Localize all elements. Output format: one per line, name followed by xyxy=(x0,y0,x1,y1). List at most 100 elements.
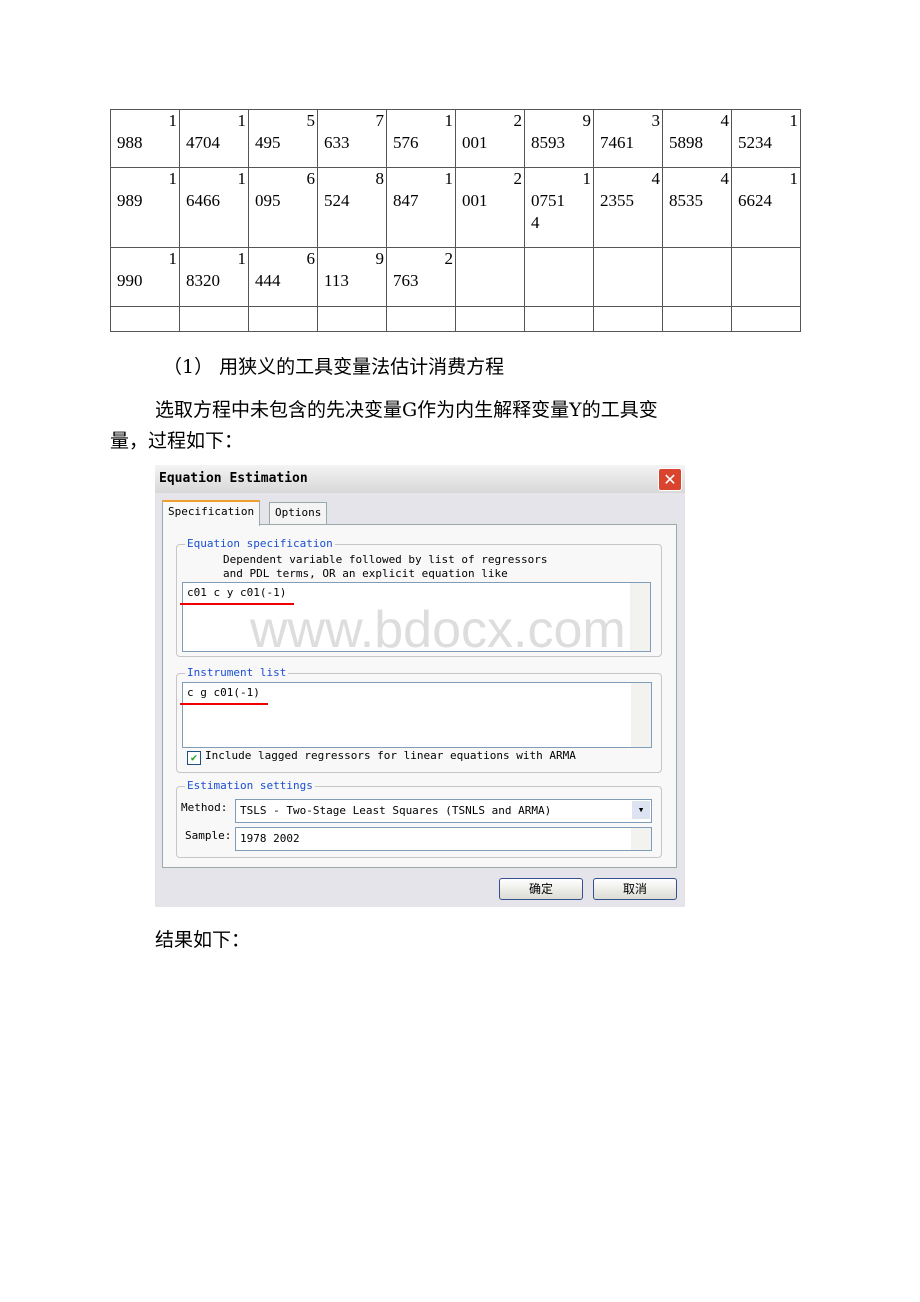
cell-text: 847 xyxy=(393,191,419,210)
table-cell xyxy=(662,247,732,307)
cell-text: 1 xyxy=(168,111,178,130)
table-cell xyxy=(386,306,456,332)
table-cell: 7 633 xyxy=(317,109,387,168)
equation-value: c01 c y c01(-1) xyxy=(187,586,287,599)
dialog-title: Equation Estimation xyxy=(159,471,308,486)
instrument-list-group: Instrument list c g c01(-1) ✔ Include la… xyxy=(176,666,662,773)
specification-panel: Equation specification Dependent variabl… xyxy=(162,524,677,868)
instrument-input[interactable]: c g c01(-1) xyxy=(180,682,652,748)
chevron-down-icon[interactable]: ▾ xyxy=(632,801,650,819)
method-select[interactable]: TSLS - Two-Stage Least Squares (TSNLS an… xyxy=(235,799,652,823)
data-table: 1 988 1 4704 5 495 7 633 1 576 2 001 9 8593 3 7461 4 5898… xyxy=(110,109,801,332)
cell-text: 1 xyxy=(237,169,247,188)
cell-text: 8535 xyxy=(669,191,703,210)
cell-text: 001 xyxy=(462,133,488,152)
method-label: Method: xyxy=(181,801,228,814)
section-heading: （1） 用狭义的工具变量法估计消费方程 xyxy=(163,356,505,378)
scrollbar[interactable] xyxy=(631,683,651,747)
table-cell: 4 2355 xyxy=(593,167,663,248)
cell-text: 633 xyxy=(324,133,350,152)
table-cell: 1 5234 xyxy=(731,109,801,168)
group-label: Estimation settings xyxy=(185,779,315,792)
cell-text: 444 xyxy=(255,271,281,290)
cell-text: 0751 xyxy=(531,191,565,210)
table-cell xyxy=(110,306,180,332)
table-cell xyxy=(731,247,801,307)
tab-options[interactable]: Options xyxy=(269,502,328,526)
table-cell: 5 495 xyxy=(248,109,318,168)
table-cell xyxy=(662,306,732,332)
cell-text: 6 xyxy=(306,169,316,188)
cell-text: 495 xyxy=(255,133,281,152)
table-cell: 1 4704 xyxy=(179,109,249,168)
table-cell: 1 6466 xyxy=(179,167,249,248)
watermark: www.bdocx.com xyxy=(250,601,626,659)
table-cell: 6 095 xyxy=(248,167,318,248)
document-page: 1 988 1 4704 5 495 7 633 1 576 2 001 9 8593 3 7461 4 5898… xyxy=(0,0,920,1302)
table-cell xyxy=(731,306,801,332)
table-cell: 1 988 xyxy=(110,109,180,168)
table-cell xyxy=(593,306,663,332)
cell-text: 6466 xyxy=(186,191,220,210)
cell-text: 2 xyxy=(444,249,454,268)
scrollbar[interactable] xyxy=(630,583,650,651)
table-cell: 4 8535 xyxy=(662,167,732,248)
table-cell xyxy=(455,306,525,332)
cell-text: 113 xyxy=(324,271,349,290)
table-row xyxy=(110,306,801,332)
cell-text: 4 xyxy=(651,169,661,188)
cell-text: 2 xyxy=(513,111,523,130)
group-label: Instrument list xyxy=(185,666,289,679)
close-icon[interactable]: ✕ xyxy=(658,468,682,491)
ok-button[interactable]: 确定 xyxy=(499,878,583,900)
cell-text: 3 xyxy=(651,111,661,130)
table-cell xyxy=(524,306,594,332)
cell-text: 2355 xyxy=(600,191,634,210)
table-cell xyxy=(455,247,525,307)
help-text: Dependent variable followed by list of r… xyxy=(223,553,548,566)
cell-text: 6 xyxy=(306,249,316,268)
checkbox-label: Include lagged regressors for linear equ… xyxy=(205,749,576,762)
cell-text: 1 xyxy=(582,169,592,188)
cell-text: 989 xyxy=(117,191,143,210)
include-lagged-checkbox[interactable]: ✔ xyxy=(187,751,201,765)
cell-text: 988 xyxy=(117,133,143,152)
table-cell: 8 524 xyxy=(317,167,387,248)
result-text: 结果如下： xyxy=(155,929,251,951)
cancel-button[interactable]: 取消 xyxy=(593,878,677,900)
cell-text: 4 xyxy=(531,213,540,232)
table-cell: 1 0751 4 xyxy=(524,167,594,248)
table-cell: 1 576 xyxy=(386,109,456,168)
cell-text: 1 xyxy=(237,249,247,268)
table-cell: 1 847 xyxy=(386,167,456,248)
instrument-value: c g c01(-1) xyxy=(187,686,260,699)
cell-text: 7461 xyxy=(600,133,634,152)
tab-specification[interactable]: Specification xyxy=(162,500,261,526)
table-cell: 1 8320 xyxy=(179,247,249,307)
cell-text: 8 xyxy=(375,169,385,188)
cell-text: 990 xyxy=(117,271,143,290)
table-cell xyxy=(248,306,318,332)
table-cell xyxy=(524,247,594,307)
sample-value: 1978 2002 xyxy=(240,832,300,845)
cell-text: 576 xyxy=(393,133,419,152)
table-cell: 3 7461 xyxy=(593,109,663,168)
scrollbar[interactable] xyxy=(631,828,651,850)
title-bar: Equation Estimation ✕ xyxy=(155,465,685,493)
cell-text: 1 xyxy=(168,249,178,268)
cell-text: 4704 xyxy=(186,133,220,152)
table-row: 1 988 1 4704 5 495 7 633 1 576 2 001 9 8593 3 7461 4 5898… xyxy=(110,109,801,168)
cell-text: 001 xyxy=(462,191,488,210)
sample-input[interactable]: 1978 2002 xyxy=(235,827,652,851)
cell-text: 4 xyxy=(720,111,730,130)
cell-text: 9 xyxy=(375,249,385,268)
equation-estimation-dialog: Equation Estimation ✕ Specification Opti… xyxy=(155,465,685,907)
table-cell xyxy=(593,247,663,307)
table-cell: 2 001 xyxy=(455,167,525,248)
cell-text: 4 xyxy=(720,169,730,188)
cell-text: 5234 xyxy=(738,133,772,152)
table-cell xyxy=(179,306,249,332)
table-cell: 9 113 xyxy=(317,247,387,307)
table-cell: 6 444 xyxy=(248,247,318,307)
cell-text: 524 xyxy=(324,191,350,210)
